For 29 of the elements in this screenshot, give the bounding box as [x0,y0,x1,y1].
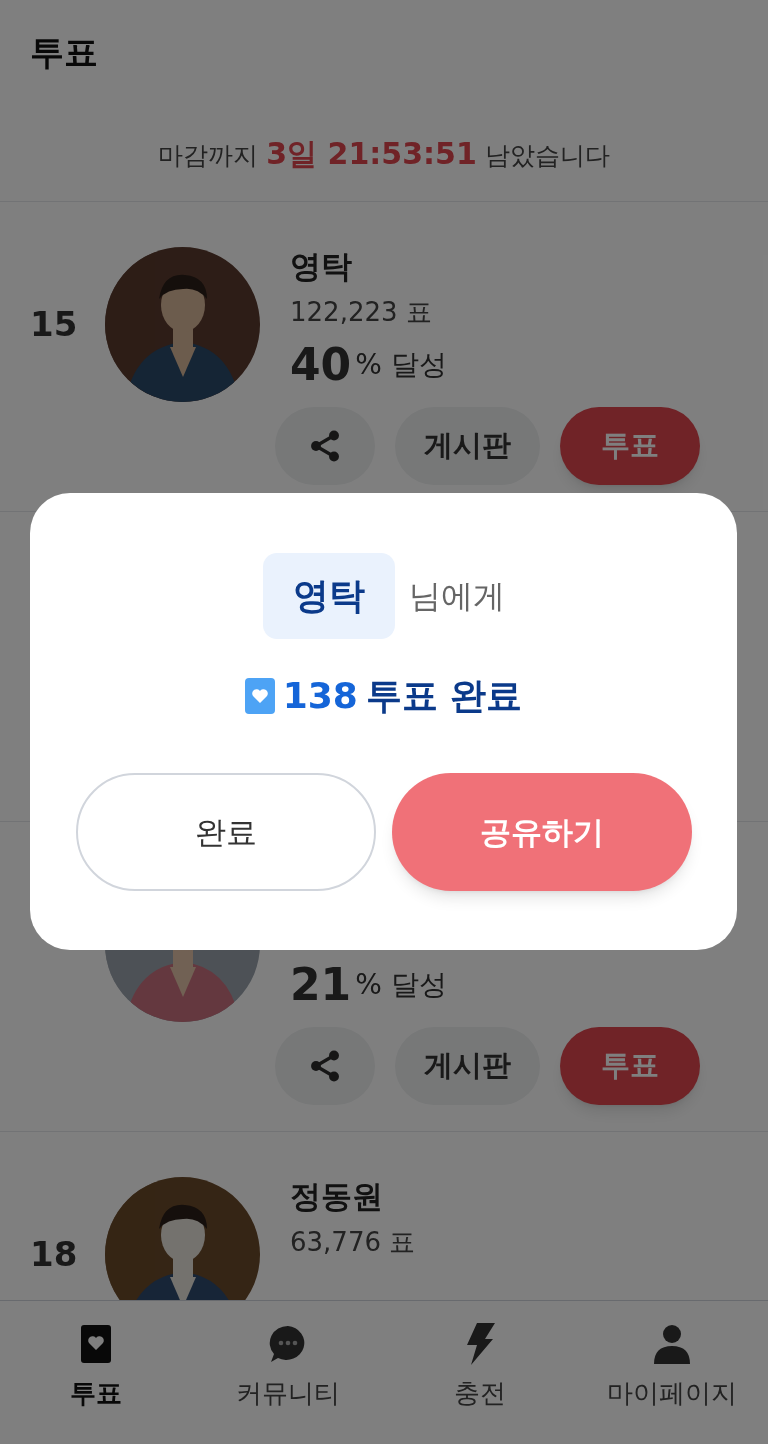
nav-tab[interactable]: 커뮤니티 [192,1301,384,1444]
vote-result: 투표 완료 [365,674,523,718]
heart-card-icon [81,1325,111,1363]
recipient-name: 영탁 [262,553,395,639]
nav-tab[interactable]: 마이페이지 [576,1301,768,1444]
achievement-percent: 21 [290,958,352,1012]
vote-button[interactable]: 투표 [560,1027,700,1105]
page-title: 투표 [30,31,98,74]
lightning-icon [465,1323,495,1365]
nav-tab[interactable]: 충전 [384,1301,576,1444]
vote-count: 138 [282,674,358,718]
achievement-label: % 달성 [355,347,447,383]
vote-button[interactable]: 투표 [560,407,700,485]
share-dialog-button[interactable]: 공유하기 [391,773,692,891]
board-button[interactable]: 게시판 [395,1027,540,1105]
recipient-suffix: 님에게 [408,576,505,617]
nav-tab[interactable]: 투표 [0,1301,192,1444]
candidate-name: 정동원 [290,1176,383,1216]
board-button[interactable]: 게시판 [395,407,540,485]
rank-number: 15 [30,303,78,346]
vote-count: 122,223 표 [290,295,432,329]
candidate-name: 영탁 [290,246,352,286]
rank-number: 18 [30,1233,78,1276]
done-button[interactable]: 완료 [75,773,376,891]
vote-count: 63,776 표 [290,1225,416,1259]
achievement-percent: 40 [290,338,352,392]
countdown-text: 마감까지 3일 21:53:51 남았습니다 [158,134,610,173]
person-icon [652,1324,692,1364]
achievement-label: % 달성 [355,967,447,1003]
